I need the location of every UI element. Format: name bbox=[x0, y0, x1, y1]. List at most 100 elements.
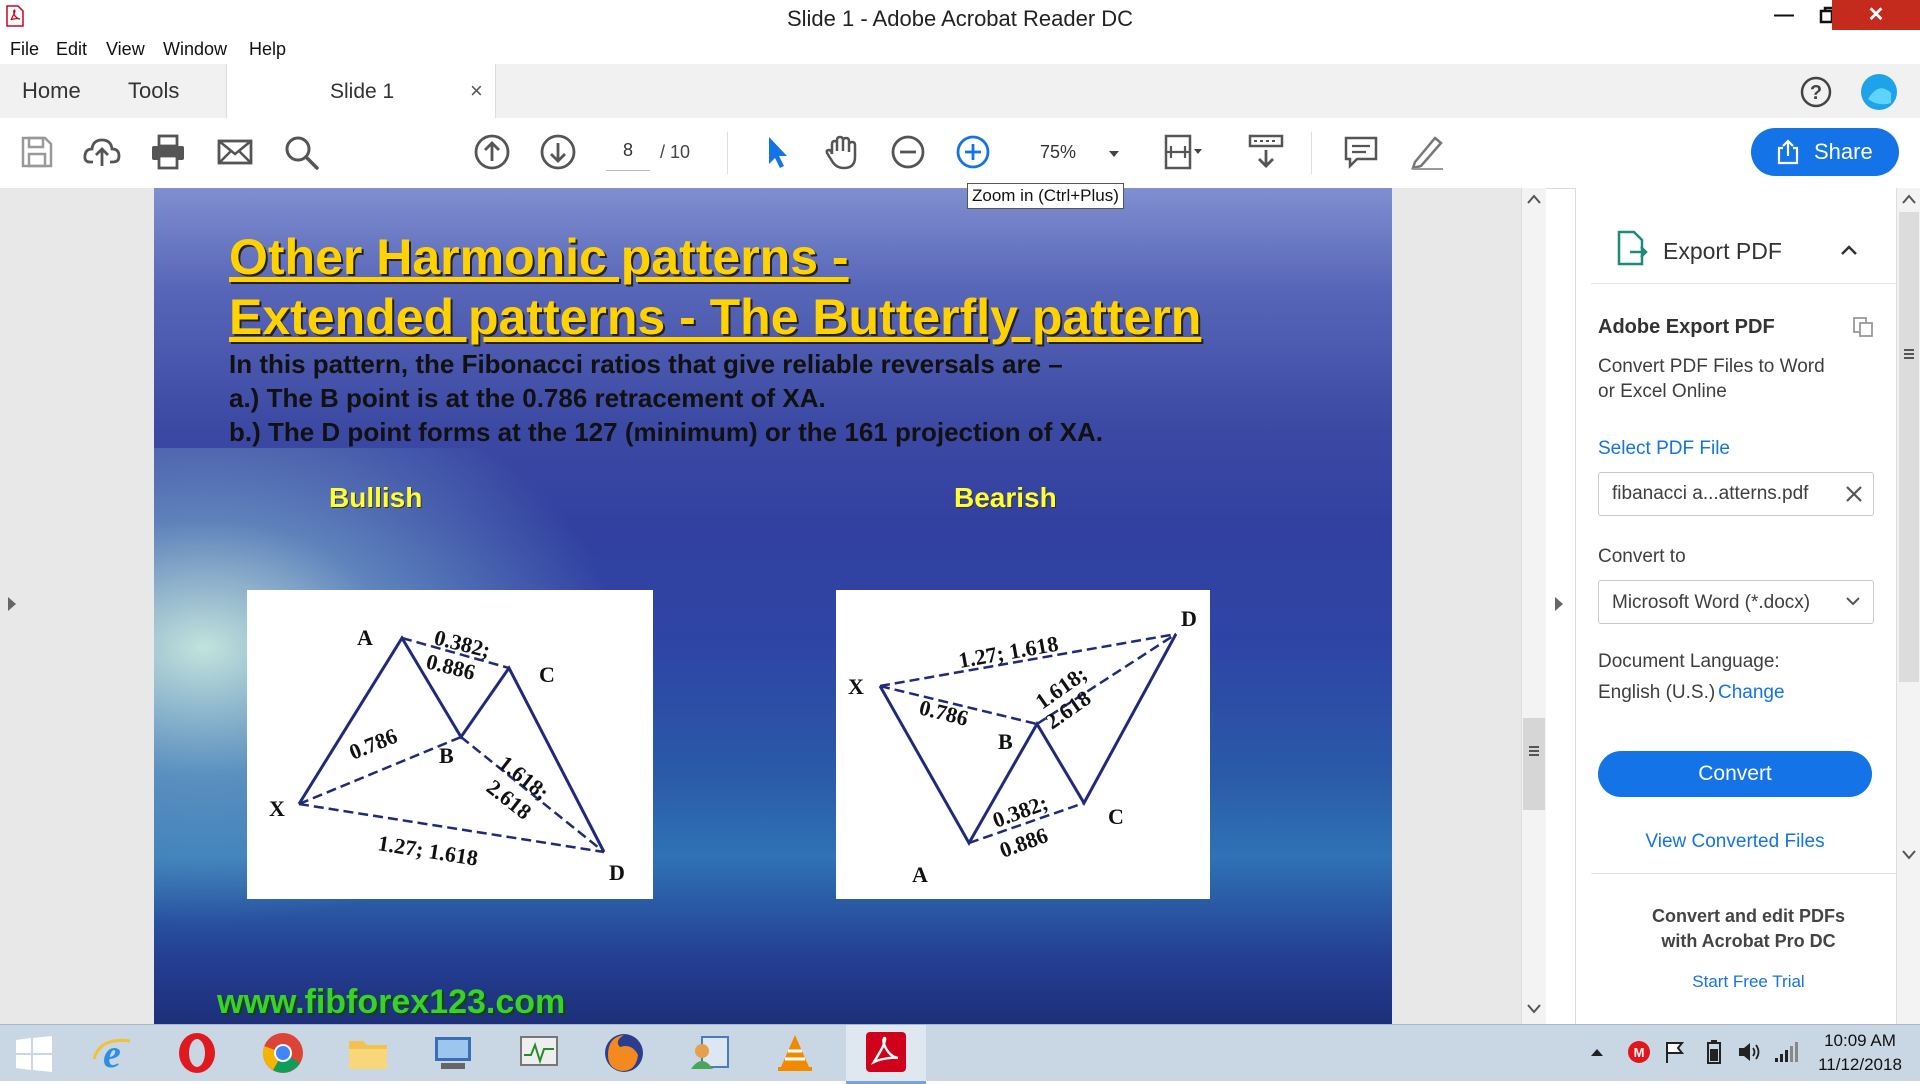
comment-icon[interactable] bbox=[1341, 132, 1381, 172]
scroll-up-icon[interactable] bbox=[1527, 194, 1541, 204]
panel-divider bbox=[1591, 873, 1909, 874]
acrobat-reader-icon bbox=[866, 1032, 906, 1072]
bullish-diagram-svg: A B C D X 0.382; 0.886 0.786 1.618; 2.61… bbox=[269, 625, 625, 885]
slide-body-line-1: In this pattern, the Fibonacci ratios th… bbox=[229, 349, 1063, 379]
save-icon[interactable] bbox=[17, 132, 57, 172]
export-description-line-2: or Excel Online bbox=[1598, 381, 1727, 402]
export-info-icon[interactable] bbox=[1852, 316, 1876, 338]
zoom-out-icon[interactable] bbox=[888, 132, 928, 172]
panel-scrollbar[interactable] bbox=[1896, 188, 1920, 1024]
tab-document-label: Slide 1 bbox=[330, 80, 395, 103]
select-pdf-file-link[interactable]: Select PDF File bbox=[1598, 438, 1730, 460]
print-icon[interactable] bbox=[148, 132, 188, 172]
window-title: Slide 1 - Adobe Acrobat Reader DC bbox=[786, 6, 1134, 31]
tab-home[interactable]: Home bbox=[22, 78, 81, 104]
chrome-icon[interactable] bbox=[261, 1031, 305, 1075]
adobe-export-title: Adobe Export PDF bbox=[1598, 316, 1775, 338]
scrollbar-thumb[interactable] bbox=[1523, 718, 1545, 810]
menu-file[interactable]: File bbox=[10, 39, 39, 60]
svg-text:M: M bbox=[1634, 1045, 1645, 1060]
export-pdf-icon bbox=[1617, 230, 1648, 266]
email-icon[interactable] bbox=[215, 132, 255, 172]
show-hidden-icons-icon[interactable] bbox=[1590, 1047, 1604, 1057]
sign-pen-icon[interactable] bbox=[1407, 132, 1447, 172]
change-language-link[interactable]: Change bbox=[1718, 682, 1785, 704]
slide-title-line-2: Extended patterns - The Butterfly patter… bbox=[229, 289, 1202, 345]
document-scrollbar[interactable] bbox=[1521, 188, 1546, 1024]
clock-date[interactable]: 11/12/2018 bbox=[1805, 1055, 1915, 1075]
chevron-down-icon bbox=[1109, 151, 1119, 157]
acrobat-taskbar-button[interactable] bbox=[846, 1025, 926, 1084]
tab-document[interactable]: Slide 1 × bbox=[226, 64, 496, 119]
internet-explorer-icon[interactable]: e bbox=[90, 1031, 134, 1075]
scroll-mode-icon[interactable] bbox=[1246, 132, 1286, 172]
bullish-label: Bullish bbox=[329, 482, 423, 513]
hand-tool-icon[interactable] bbox=[822, 132, 862, 172]
menu-view[interactable]: View bbox=[106, 39, 145, 60]
search-icon[interactable] bbox=[281, 132, 321, 172]
start-free-trial-link[interactable]: Start Free Trial bbox=[1576, 972, 1920, 992]
account-avatar-icon[interactable] bbox=[1860, 73, 1898, 111]
menu-window[interactable]: Window bbox=[163, 39, 227, 60]
tab-close-icon[interactable]: × bbox=[470, 78, 483, 104]
bearish-point-a: A bbox=[912, 862, 928, 887]
clear-file-icon[interactable] bbox=[1845, 485, 1863, 503]
next-page-icon[interactable] bbox=[538, 132, 578, 172]
tab-tools[interactable]: Tools bbox=[128, 78, 179, 104]
clock-time[interactable]: 10:09 AM bbox=[1805, 1031, 1915, 1051]
antivirus-tray-icon[interactable]: M bbox=[1627, 1040, 1651, 1064]
scroll-down-icon[interactable] bbox=[1527, 1004, 1541, 1014]
zoom-select[interactable]: 75% bbox=[1022, 138, 1122, 170]
selected-file-field[interactable]: fibanacci a...atterns.pdf bbox=[1598, 472, 1874, 516]
help-icon[interactable]: ? bbox=[1799, 75, 1833, 109]
slide-title-line-1: Other Harmonic patterns - bbox=[229, 229, 849, 285]
view-converted-files-link[interactable]: View Converted Files bbox=[1598, 831, 1872, 853]
close-window-button[interactable]: ✕ bbox=[1832, 0, 1920, 30]
svg-text:?: ? bbox=[1810, 82, 1822, 104]
selected-file-name: fibanacci a...atterns.pdf bbox=[1612, 483, 1809, 504]
menu-help[interactable]: Help bbox=[249, 39, 286, 60]
user-accounts-icon[interactable] bbox=[688, 1031, 732, 1075]
svg-text:e: e bbox=[103, 1031, 121, 1075]
panel-scrollbar-thumb[interactable] bbox=[1899, 212, 1919, 682]
bullish-point-c: C bbox=[539, 662, 555, 687]
panel-scroll-up-icon[interactable] bbox=[1902, 194, 1916, 204]
convert-to-label: Convert to bbox=[1598, 546, 1686, 567]
bullish-ratio-xb: 0.786 bbox=[346, 723, 401, 765]
zoom-in-icon[interactable] bbox=[953, 132, 993, 172]
bearish-point-c: C bbox=[1108, 804, 1124, 829]
bearish-point-b: B bbox=[998, 729, 1013, 754]
firefox-icon[interactable] bbox=[602, 1031, 646, 1075]
toolbar-divider bbox=[1311, 132, 1312, 174]
menu-edit[interactable]: Edit bbox=[56, 39, 87, 60]
previous-page-icon[interactable] bbox=[472, 132, 512, 172]
convert-button[interactable]: Convert bbox=[1598, 751, 1872, 797]
expand-left-panel-icon[interactable] bbox=[6, 596, 18, 612]
battery-icon[interactable] bbox=[1706, 1039, 1722, 1065]
export-description-line-1: Convert PDF Files to Word bbox=[1598, 356, 1825, 377]
fit-page-icon[interactable] bbox=[1163, 132, 1203, 172]
chevron-up-icon[interactable] bbox=[1840, 244, 1858, 256]
upload-cloud-icon[interactable] bbox=[82, 132, 122, 172]
action-center-flag-icon[interactable] bbox=[1664, 1040, 1686, 1064]
panel-scroll-down-icon[interactable] bbox=[1902, 850, 1916, 860]
volume-icon[interactable] bbox=[1737, 1040, 1763, 1064]
opera-icon[interactable] bbox=[175, 1031, 219, 1075]
bearish-butterfly-diagram: A B C D X 1.27; 1.618 0.786 1.618; 2.618… bbox=[836, 590, 1210, 899]
share-button[interactable]: Share bbox=[1751, 128, 1899, 176]
select-cursor-icon[interactable] bbox=[757, 132, 797, 172]
page-number-input[interactable]: 8 bbox=[606, 140, 650, 171]
convert-to-select[interactable]: Microsoft Word (*.docx) bbox=[1598, 580, 1874, 624]
minimize-icon: — bbox=[1774, 4, 1794, 26]
file-explorer-icon[interactable] bbox=[346, 1031, 390, 1075]
windows-start-icon[interactable] bbox=[14, 1035, 54, 1073]
collapse-right-panel-icon[interactable] bbox=[1553, 596, 1565, 612]
vlc-icon[interactable] bbox=[773, 1031, 817, 1075]
system-monitor-icon[interactable] bbox=[517, 1031, 561, 1075]
network-signal-icon[interactable] bbox=[1773, 1040, 1799, 1064]
export-pdf-header: Export PDF bbox=[1663, 238, 1782, 264]
promo-line-2: with Acrobat Pro DC bbox=[1661, 931, 1836, 951]
slide-body-line-2: a.) The B point is at the 0.786 retracem… bbox=[229, 383, 826, 413]
close-icon: ✕ bbox=[1867, 4, 1885, 26]
remote-desktop-icon[interactable] bbox=[431, 1031, 475, 1075]
